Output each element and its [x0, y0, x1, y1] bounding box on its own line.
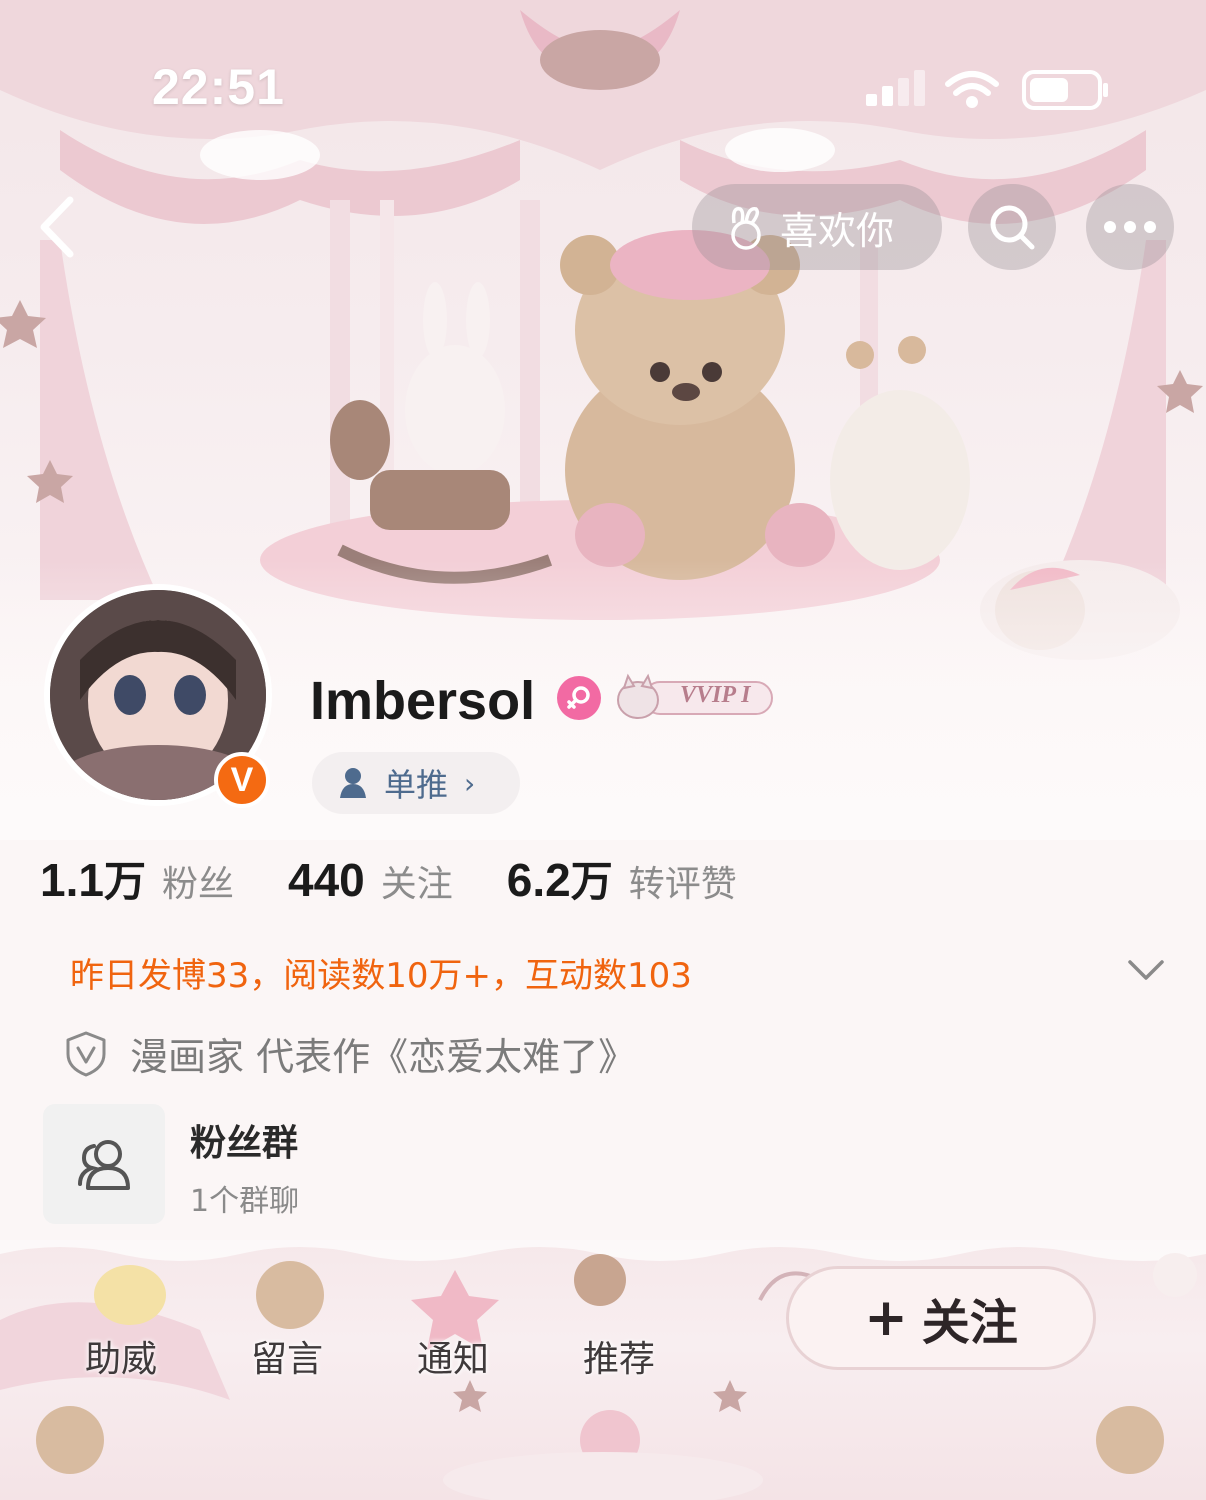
wifi-icon	[945, 71, 999, 108]
cellular-signal-icon	[866, 70, 925, 106]
battery-icon	[1022, 70, 1108, 110]
sole-support-label: 单推	[384, 766, 449, 804]
person-icon	[340, 768, 366, 798]
stat-label: 关注	[380, 864, 453, 905]
verified-badge: V	[214, 752, 270, 808]
stat-value: 6.2	[506, 854, 571, 906]
shield-v-icon	[66, 1031, 106, 1076]
stats-row: 1.1 万 粉丝 440 关注 6.2 万 转评赞	[40, 848, 791, 909]
stat-followers[interactable]: 1.1 万 粉丝	[40, 848, 234, 909]
chevron-down-icon	[1128, 960, 1164, 980]
status-icons	[860, 66, 1110, 112]
bunny-heart-icon	[731, 207, 761, 250]
stat-unit: 万	[103, 857, 146, 906]
stat-following[interactable]: 440 关注	[288, 853, 453, 907]
follow-button[interactable]: + 关注	[786, 1266, 1096, 1370]
stat-value: 1.1	[40, 854, 104, 906]
chevron-left-icon	[40, 196, 74, 258]
stat-unit: 万	[570, 857, 613, 906]
plus-icon: +	[864, 1288, 908, 1348]
tab-notice[interactable]: 通知	[378, 1330, 528, 1382]
expand-button[interactable]	[1126, 950, 1166, 990]
tab-cheer[interactable]: 助威	[46, 1330, 196, 1382]
fan-group-subtitle: 1个群聊	[190, 1184, 300, 1219]
fan-group-button[interactable]	[43, 1104, 165, 1224]
tab-label: 通知	[416, 1339, 489, 1380]
search-button[interactable]	[968, 184, 1056, 270]
like-you-button[interactable]: 喜欢你	[692, 184, 942, 270]
stat-interactions[interactable]: 6.2 万 转评赞	[507, 848, 737, 909]
tab-label: 助威	[84, 1339, 157, 1380]
tab-recommend[interactable]: 推荐	[544, 1330, 694, 1382]
username: Imbersol	[310, 671, 536, 731]
more-button[interactable]	[1086, 184, 1174, 270]
verification-row: 漫画家 代表作《恋爱太难了》	[64, 1026, 636, 1081]
fan-group-title: 粉丝群	[190, 1123, 299, 1164]
verification-text: 漫画家 代表作《恋爱太难了》	[130, 1035, 637, 1079]
activity-summary: 昨日发博33，阅读数10万+，互动数103	[70, 956, 692, 996]
like-you-label: 喜欢你	[780, 208, 895, 253]
back-button[interactable]	[30, 192, 86, 262]
tab-message[interactable]: 留言	[212, 1330, 362, 1382]
more-dots-icon	[1104, 221, 1156, 233]
vip-label: VVIP I	[680, 682, 751, 708]
status-time: 22:51	[152, 59, 285, 115]
stat-value: 440	[287, 854, 365, 906]
search-icon	[990, 205, 1035, 250]
tab-label: 留言	[250, 1339, 323, 1380]
sole-support-button[interactable]: 单推 ›	[312, 752, 520, 814]
female-icon	[557, 676, 601, 720]
tab-label: 推荐	[582, 1339, 655, 1380]
stat-label: 粉丝	[161, 864, 234, 905]
follow-label: 关注	[921, 1295, 1018, 1351]
chevron-right-icon: ›	[464, 766, 476, 800]
stat-label: 转评赞	[628, 864, 737, 905]
group-icon	[78, 1140, 130, 1190]
